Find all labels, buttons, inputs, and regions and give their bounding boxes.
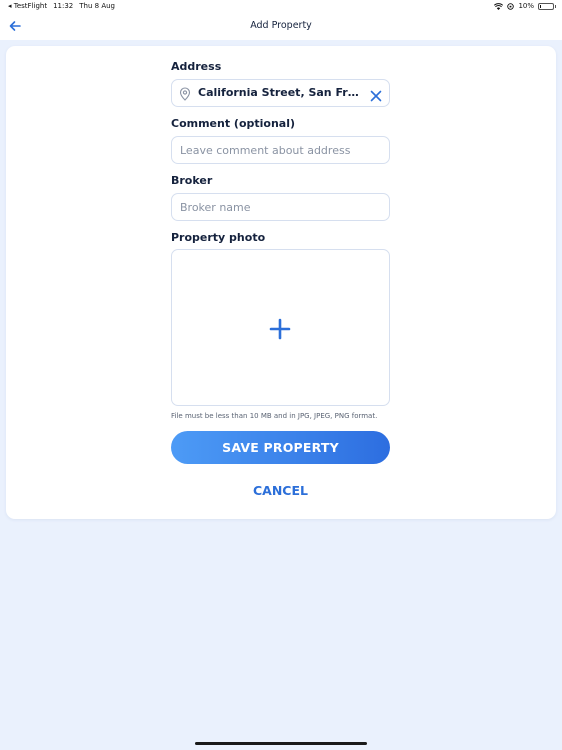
home-indicator[interactable] — [195, 742, 367, 745]
photo-label: Property photo — [171, 231, 266, 244]
close-icon — [370, 90, 382, 102]
battery-level — [540, 4, 541, 8]
comment-label: Comment (optional) — [171, 117, 296, 130]
cancel-button[interactable]: CANCEL — [171, 480, 390, 500]
address-value: California Street, San Francisco — [198, 86, 362, 99]
status-time: 11:32 — [53, 2, 74, 10]
address-field[interactable]: California Street, San Francisco — [171, 79, 390, 107]
battery-percent: 10% — [518, 2, 534, 10]
map-pin-icon — [179, 87, 191, 101]
broker-label: Broker — [171, 174, 213, 187]
form-card: Address California Street, San Francisco… — [6, 46, 556, 519]
battery-icon — [538, 2, 556, 10]
comment-field[interactable] — [171, 136, 390, 164]
wifi-icon — [494, 2, 504, 10]
orientation-lock-icon — [507, 2, 515, 10]
broker-input[interactable] — [180, 200, 380, 214]
clear-address-button[interactable] — [370, 87, 382, 102]
photo-upload-area[interactable] — [171, 249, 390, 406]
status-date: Thu 8 Aug — [79, 2, 115, 10]
navigation-bar: Add Property — [0, 14, 562, 40]
address-label: Address — [171, 60, 222, 73]
save-property-button[interactable]: SAVE PROPERTY — [171, 431, 390, 464]
back-to-app-link[interactable]: ◂ TestFlight — [8, 2, 47, 10]
status-bar: ◂ TestFlight 11:32 Thu 8 Aug 10% — [0, 0, 562, 14]
plus-icon — [269, 318, 291, 340]
page-title: Add Property — [250, 20, 312, 31]
broker-field[interactable] — [171, 193, 390, 221]
comment-input[interactable] — [180, 143, 380, 157]
photo-hint: File must be less than 10 MB and in JPG,… — [171, 412, 378, 420]
